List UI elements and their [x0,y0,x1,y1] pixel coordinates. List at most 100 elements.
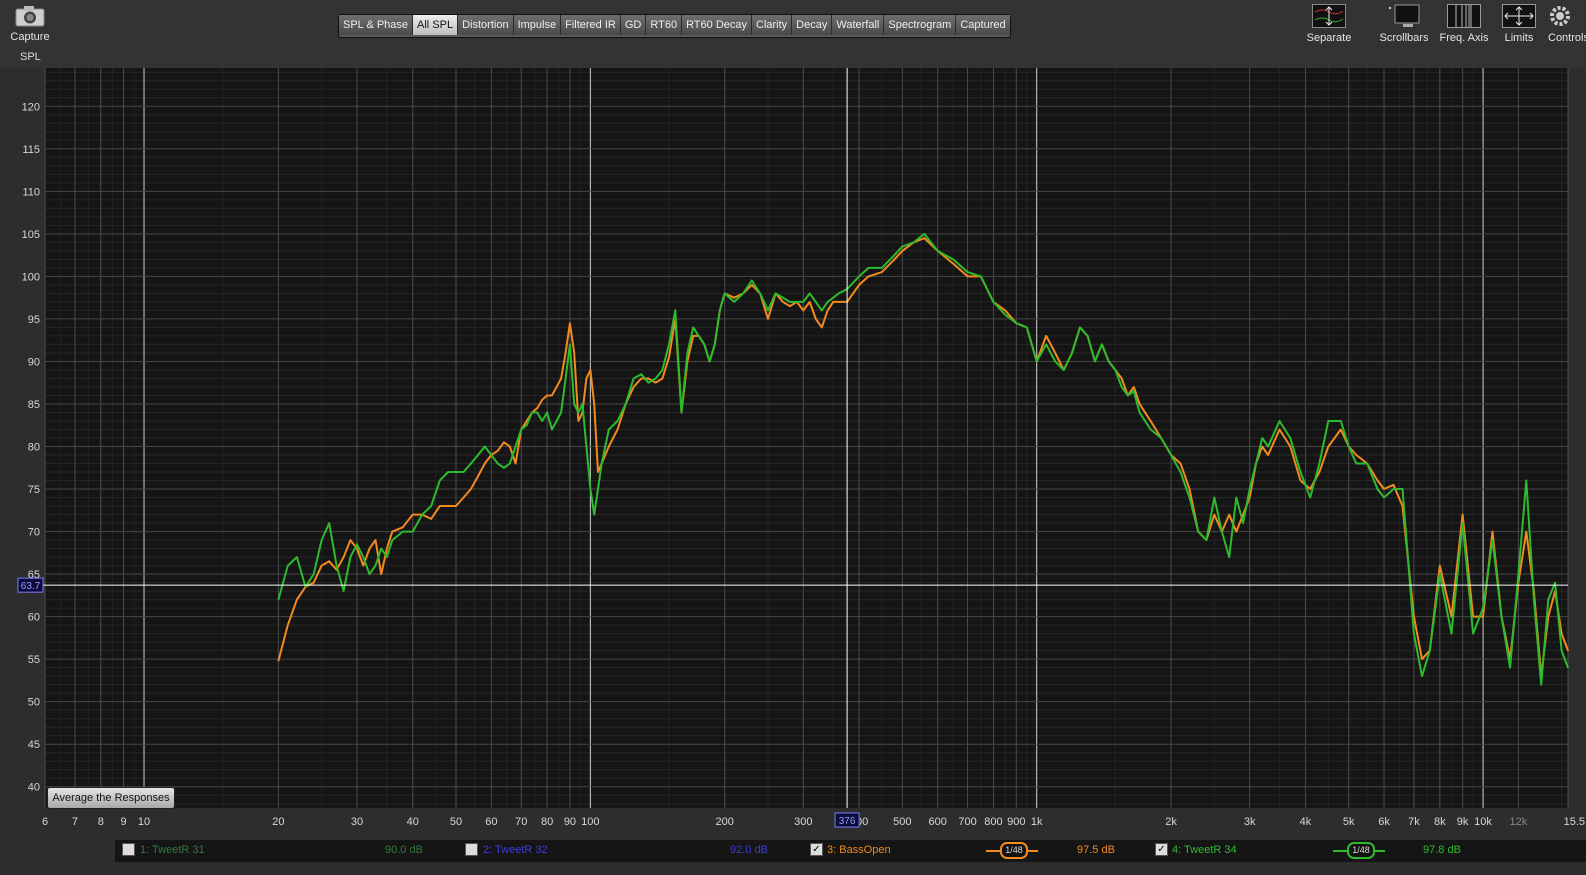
x-tick-label: 10k [1474,816,1492,828]
scrollbars-label: Scrollbars [1379,32,1429,44]
data-point [692,326,694,328]
tab-spl-phase[interactable]: SPL & Phase [339,15,414,35]
data-point [1087,335,1089,337]
spl-chart[interactable]: 4045505560657075808590951001051101151206… [0,66,1586,838]
x-tick-label: 4k [1300,816,1312,828]
legend-checkbox[interactable] [465,843,478,856]
data-point [1133,386,1135,388]
data-point [893,258,896,260]
data-point [573,352,575,354]
data-point [1540,684,1542,686]
data-point [1101,343,1103,345]
x-tick-label: 50 [450,816,462,828]
x-tick-label: 90 [564,816,576,828]
tab-rt60[interactable]: RT60 [646,15,683,35]
data-point [1188,496,1191,499]
data-point [992,301,995,303]
data-point [815,318,817,320]
data-point [881,267,883,269]
tab-captured[interactable]: Captured [956,15,1010,35]
y-tick-label: 40 [28,782,40,794]
x-tick-label: 300 [794,816,812,828]
data-point [1267,454,1269,456]
data-point [1197,531,1199,533]
legend-checkbox[interactable]: ✓ [810,843,823,856]
freq-axis-button[interactable]: Freq. Axis [1436,4,1492,44]
data-point [616,420,619,422]
data-point [802,309,804,311]
data-point [1491,539,1494,541]
data-point [647,377,650,380]
data-point [1561,650,1563,652]
data-point [1179,462,1182,465]
x-tick-label: 100 [581,816,599,828]
legend-trace-name[interactable]: 4: TweetR 34 [1172,844,1237,856]
data-point [1439,573,1441,575]
data-point [633,386,635,388]
data-point [827,301,829,303]
x-tick-label: 5k [1343,816,1355,828]
legend-checkbox[interactable] [122,843,135,856]
data-point [430,505,432,507]
separate-button[interactable]: Separate [1303,4,1355,44]
data-point [1213,496,1215,499]
data-point [515,462,517,465]
tab-decay[interactable]: Decay [792,15,833,35]
x-tick-label: 70 [515,816,527,828]
data-point [923,233,925,235]
data-point [1139,411,1141,414]
tab-clarity[interactable]: Clarity [752,15,793,35]
data-point [640,377,642,380]
data-point [546,394,548,397]
data-point [328,522,330,524]
data-point [1242,514,1244,516]
y-tick-label: 95 [28,314,40,326]
data-point [1462,522,1464,524]
data-point [1205,539,1207,541]
data-point [585,377,588,380]
data-point [1242,522,1244,524]
y-tick-label: 120 [22,101,40,113]
data-point [362,565,364,567]
tab-spectrogram[interactable]: Spectrogram [884,15,957,35]
data-point [1289,445,1291,448]
legend-smoothing-badge[interactable]: 1/48 [1347,842,1375,859]
data-point [967,271,969,273]
data-point [531,411,533,414]
controls-button[interactable]: Controls [1546,4,1586,44]
data-point [832,301,834,303]
legend-checkbox[interactable]: ✓ [1155,843,1168,856]
data-point [509,445,511,448]
data-point [439,479,441,482]
tab-rt60-decay[interactable]: RT60 Decay [682,15,752,35]
x-tick-label: 15.5 [1564,816,1585,828]
legend-smoothing-badge[interactable]: 1/48 [1000,842,1028,859]
data-point [573,403,575,405]
tab-gd[interactable]: GD [620,15,647,35]
tab-filtered-ir[interactable]: Filtered IR [561,15,621,35]
data-point [1235,496,1237,499]
legend-trace-name[interactable]: 1: TweetR 31 [140,844,205,856]
data-point [1228,556,1230,558]
legend-trace-name[interactable]: 3: BassOpen [827,844,891,856]
data-point [593,403,595,405]
tab-waterfall[interactable]: Waterfall [832,15,885,35]
data-point [520,428,522,431]
data-point [1079,326,1081,328]
x-tick-label: 12k [1510,816,1528,828]
x-tick-label: 8 [98,816,104,828]
y-tick-label: 100 [22,271,40,283]
data-point [1255,462,1257,465]
data-point [484,445,486,448]
average-responses-button[interactable]: Average the Responses [47,787,175,809]
limits-button[interactable]: Limits [1496,4,1542,44]
tab-impulse[interactable]: Impulse [513,15,562,35]
scrollbars-button[interactable]: Scrollbars [1377,4,1431,44]
data-point [551,394,553,397]
tab-distortion[interactable]: Distortion [458,15,514,35]
data-point [1567,667,1569,669]
tab-all-spl[interactable]: All SPL [413,15,459,35]
legend-trace-name[interactable]: 2: TweetR 32 [483,844,548,856]
data-point [1318,462,1320,465]
capture-button[interactable]: Capture [6,5,54,43]
